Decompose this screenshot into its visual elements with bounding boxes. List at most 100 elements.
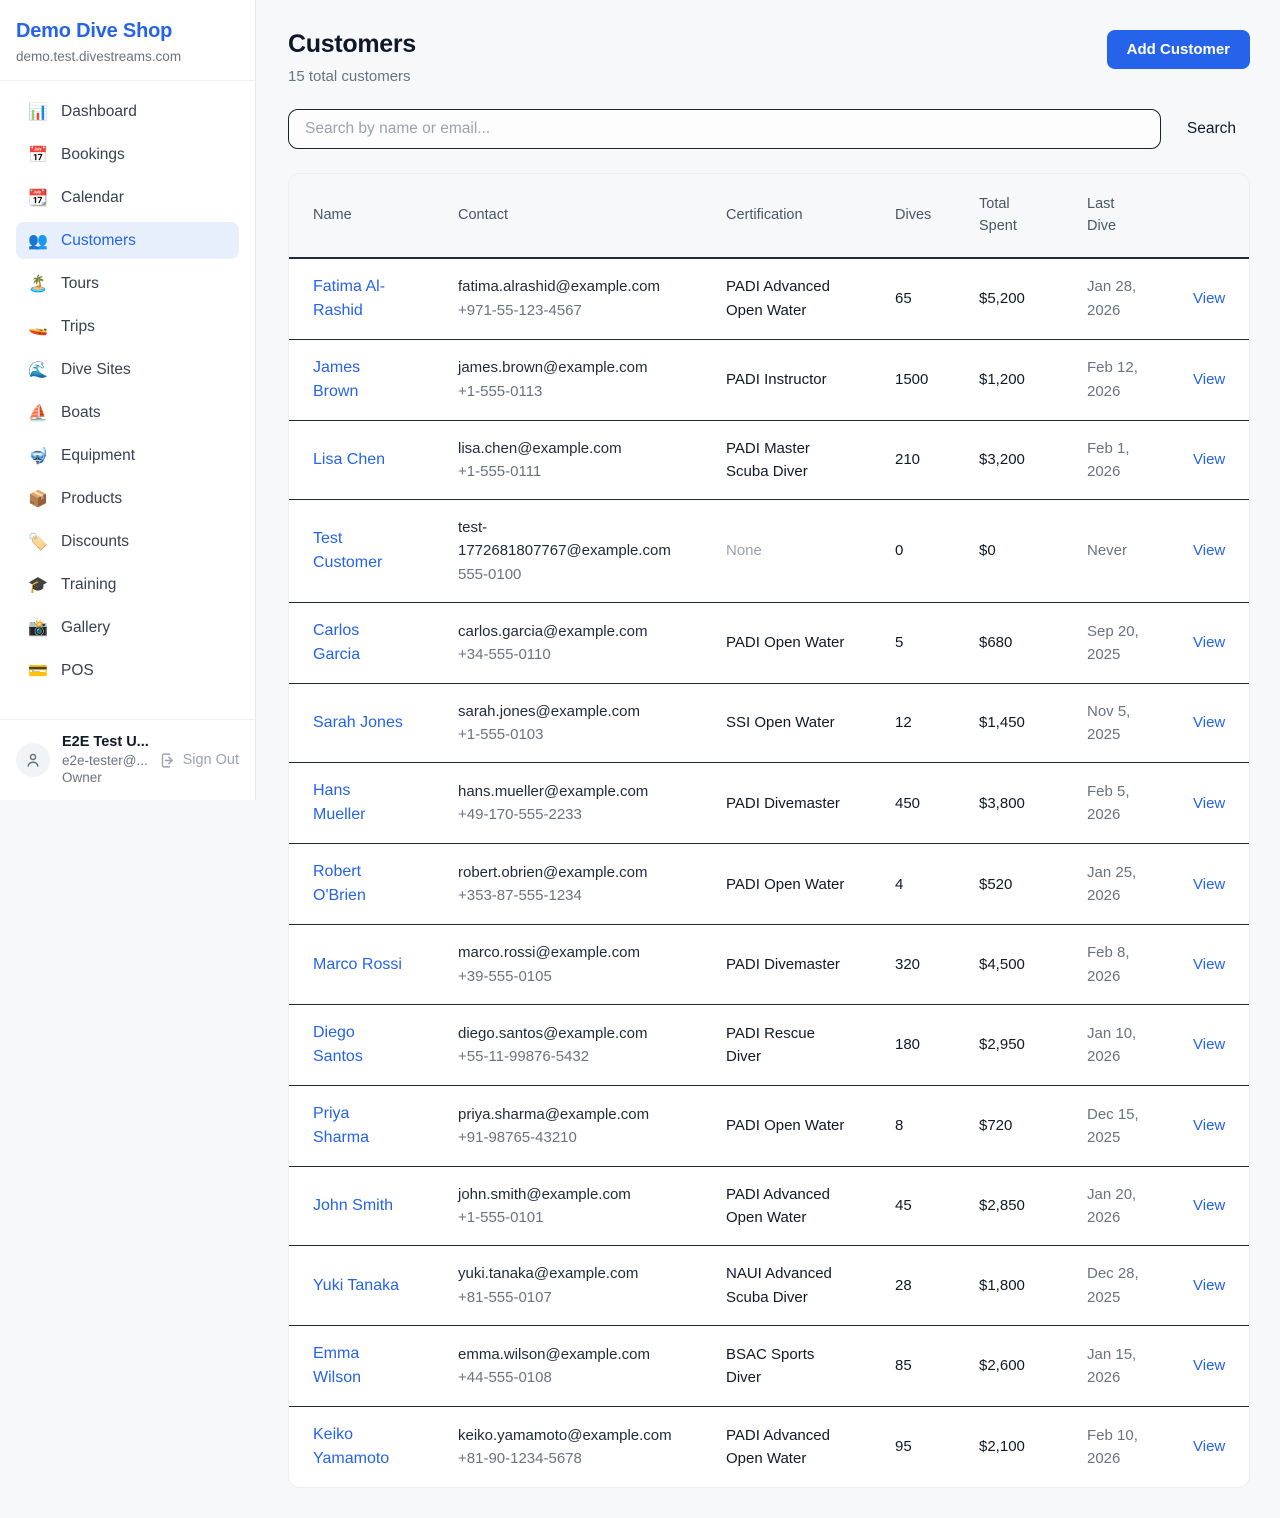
customer-name-link[interactable]: Lisa Chen	[313, 448, 385, 472]
dives-count: 95	[895, 1438, 912, 1455]
col-header-certification: Certification	[702, 174, 871, 258]
col-header-actions	[1169, 174, 1249, 258]
customer-name-link[interactable]: John Smith	[313, 1194, 393, 1218]
customer-name-link[interactable]: Carlos Garcia	[313, 619, 403, 667]
customer-email: lisa.chen@example.com	[458, 437, 670, 460]
dives-count: 28	[895, 1277, 912, 1294]
customer-email: test-1772681807767@example.com	[458, 516, 670, 563]
view-link[interactable]: View	[1193, 876, 1225, 893]
dives-count: 85	[895, 1357, 912, 1374]
sailboat-icon: ⛵	[28, 403, 48, 422]
table-row: Robert O'Brien robert.obrien@example.com…	[289, 844, 1249, 925]
package-icon: 📦	[28, 489, 48, 508]
certification: PADI Divemaster	[726, 953, 840, 976]
certification: PADI Advanced Open Water	[726, 1424, 848, 1471]
contact-cell: emma.wilson@example.com +44-555-0108	[458, 1343, 670, 1390]
sidebar-item-trips[interactable]: 🚤 Trips	[16, 308, 239, 345]
view-link[interactable]: View	[1193, 451, 1225, 468]
customer-phone: +971-55-123-4567	[458, 299, 670, 322]
total-spent: $4,500	[979, 956, 1025, 973]
sidebar-item-tours[interactable]: 🏝️ Tours	[16, 265, 239, 302]
view-link[interactable]: View	[1193, 634, 1225, 651]
customer-name-link[interactable]: Hans Mueller	[313, 779, 403, 827]
sign-out-button[interactable]: Sign Out	[159, 752, 239, 769]
sidebar-item-label: Dive Sites	[61, 361, 131, 379]
tear-calendar-icon: 📆	[28, 188, 48, 207]
add-customer-button[interactable]: Add Customer	[1107, 30, 1250, 69]
sidebar-item-dive-sites[interactable]: 🌊 Dive Sites	[16, 351, 239, 388]
view-link[interactable]: View	[1193, 290, 1225, 307]
sidebar-item-equipment[interactable]: 🤿 Equipment	[16, 437, 239, 474]
sidebar-item-gallery[interactable]: 📸 Gallery	[16, 609, 239, 646]
last-dive-date: Feb 5, 2026	[1087, 780, 1149, 827]
sidebar-item-training[interactable]: 🎓 Training	[16, 566, 239, 603]
total-spent: $720	[979, 1117, 1012, 1134]
customer-name-link[interactable]: Marco Rossi	[313, 953, 402, 977]
customer-name-link[interactable]: Test Customer	[313, 527, 403, 575]
customer-name-link[interactable]: Priya Sharma	[313, 1102, 403, 1150]
sidebar-item-discounts[interactable]: 🏷️ Discounts	[16, 523, 239, 560]
customer-phone: +49-170-555-2233	[458, 803, 670, 826]
view-link[interactable]: View	[1193, 956, 1225, 973]
island-icon: 🏝️	[28, 274, 48, 293]
sidebar-item-customers[interactable]: 👥 Customers	[16, 222, 239, 259]
customer-phone: 555-0100	[458, 563, 670, 586]
dives-count: 8	[895, 1117, 903, 1134]
customer-phone: +353-87-555-1234	[458, 884, 670, 907]
view-link[interactable]: View	[1193, 1197, 1225, 1214]
customer-name-link[interactable]: Yuki Tanaka	[313, 1274, 399, 1298]
dives-count: 1500	[895, 371, 928, 388]
customer-name-link[interactable]: Robert O'Brien	[313, 860, 403, 908]
contact-cell: sarah.jones@example.com +1-555-0103	[458, 700, 670, 747]
credit-card-icon: 💳	[28, 661, 48, 680]
last-dive-date: Dec 15, 2025	[1087, 1103, 1149, 1150]
sidebar-item-dashboard[interactable]: 📊 Dashboard	[16, 93, 239, 130]
customer-phone: +91-98765-43210	[458, 1126, 670, 1149]
customer-name-link[interactable]: Diego Santos	[313, 1021, 403, 1069]
sidebar-item-label: POS	[61, 662, 94, 680]
dives-count: 180	[895, 1036, 920, 1053]
search-bar: Search	[288, 109, 1250, 149]
customer-name-link[interactable]: James Brown	[313, 356, 403, 404]
table-row: Keiko Yamamoto keiko.yamamoto@example.co…	[289, 1406, 1249, 1487]
customer-phone: +81-555-0107	[458, 1286, 670, 1309]
sidebar-item-label: Boats	[61, 404, 101, 422]
last-dive-date: Feb 8, 2026	[1087, 941, 1149, 988]
customer-name-link[interactable]: Fatima Al-Rashid	[313, 275, 403, 323]
customer-name-link[interactable]: Keiko Yamamoto	[313, 1423, 403, 1471]
total-spent: $520	[979, 876, 1012, 893]
customer-phone: +1-555-0101	[458, 1206, 670, 1229]
sidebar-item-products[interactable]: 📦 Products	[16, 480, 239, 517]
sidebar-item-label: Calendar	[61, 189, 124, 207]
customer-name-link[interactable]: Emma Wilson	[313, 1342, 403, 1390]
view-link[interactable]: View	[1193, 714, 1225, 731]
view-link[interactable]: View	[1193, 795, 1225, 812]
dives-count: 65	[895, 290, 912, 307]
col-header-contact: Contact	[434, 174, 702, 258]
sidebar-item-calendar[interactable]: 📆 Calendar	[16, 179, 239, 216]
view-link[interactable]: View	[1193, 1438, 1225, 1455]
sidebar-item-label: Equipment	[61, 447, 135, 465]
sidebar-user-footer: E2E Test U... e2e-tester@... Owner Sign …	[0, 719, 255, 800]
certification: PADI Instructor	[726, 368, 827, 391]
view-link[interactable]: View	[1193, 1277, 1225, 1294]
view-link[interactable]: View	[1193, 1117, 1225, 1134]
total-spent: $1,800	[979, 1277, 1025, 1294]
sign-out-icon	[159, 752, 176, 769]
search-button[interactable]: Search	[1173, 112, 1250, 146]
contact-cell: test-1772681807767@example.com 555-0100	[458, 516, 670, 586]
view-link[interactable]: View	[1193, 542, 1225, 559]
contact-cell: james.brown@example.com +1-555-0113	[458, 356, 670, 403]
last-dive-date: Nov 5, 2025	[1087, 700, 1149, 747]
table-row: Diego Santos diego.santos@example.com +5…	[289, 1004, 1249, 1085]
view-link[interactable]: View	[1193, 371, 1225, 388]
sidebar-item-bookings[interactable]: 📅 Bookings	[16, 136, 239, 173]
customer-email: carlos.garcia@example.com	[458, 620, 670, 643]
customer-name-link[interactable]: Sarah Jones	[313, 711, 403, 735]
view-link[interactable]: View	[1193, 1036, 1225, 1053]
view-link[interactable]: View	[1193, 1357, 1225, 1374]
sidebar-item-pos[interactable]: 💳 POS	[16, 652, 239, 689]
sidebar-item-boats[interactable]: ⛵ Boats	[16, 394, 239, 431]
total-spent: $0	[979, 542, 996, 559]
search-input[interactable]	[288, 109, 1161, 149]
